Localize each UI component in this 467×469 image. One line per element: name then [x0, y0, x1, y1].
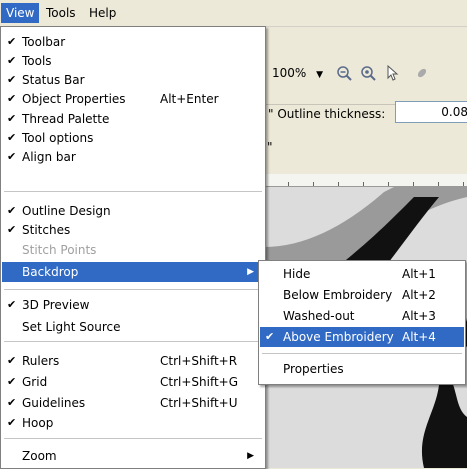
menu-separator — [4, 191, 262, 192]
check-icon: ✔ — [7, 35, 17, 48]
menu-item-label: Hide — [283, 267, 311, 281]
menu-item-3d-preview[interactable]: ✔ 3D Preview — [2, 295, 264, 315]
menu-item-below-embroidery[interactable]: Below Embroidery Alt+2 — [260, 285, 464, 305]
submenu-arrow-icon: ▶ — [247, 267, 254, 277]
check-icon: ✔ — [7, 92, 17, 105]
menu-item-hoop[interactable]: ✔ Hoop — [2, 413, 264, 433]
zoom-select[interactable]: 100% ▼ — [272, 62, 323, 84]
menu-item-label: Object Properties — [22, 92, 126, 106]
menu-tools[interactable]: Tools — [41, 3, 81, 23]
backdrop-submenu: Hide Alt+1 Below Embroidery Alt+2 Washed… — [258, 260, 466, 385]
menu-item-rulers[interactable]: ✔ Rulers Ctrl+Shift+R — [2, 351, 264, 371]
menu-item-zoom[interactable]: Zoom ▶ — [2, 446, 264, 466]
menu-item-label: Tools — [22, 54, 52, 68]
menu-item-label: 3D Preview — [22, 298, 90, 312]
menu-help[interactable]: Help — [84, 3, 121, 23]
menu-item-properties[interactable]: Properties — [260, 359, 464, 379]
dropdown-arrow-icon: ▼ — [316, 70, 324, 80]
menu-bar: View Tools Help — [0, 0, 467, 27]
menu-item-label: Above Embroidery — [283, 330, 394, 344]
menu-item-label: Align bar — [22, 150, 76, 164]
menu-item-label: Below Embroidery — [283, 288, 393, 302]
menu-item-tool-options[interactable]: ✔ Tool options — [2, 128, 264, 148]
menu-item-stitch-points: Stitch Points — [2, 240, 264, 260]
menu-item-label: Stitches — [22, 223, 71, 237]
menu-item-backdrop[interactable]: Backdrop ▶ — [2, 262, 264, 282]
menu-item-label: Rulers — [22, 354, 60, 368]
menu-item-tools[interactable]: ✔ Tools — [2, 51, 264, 71]
menu-item-outline-design[interactable]: ✔ Outline Design — [2, 201, 264, 221]
menu-view[interactable]: View — [1, 3, 40, 23]
zoom-value: 100% — [272, 66, 307, 80]
menu-item-label: Properties — [283, 362, 344, 376]
zoom-in-icon[interactable] — [357, 62, 379, 84]
menu-item-washed-out[interactable]: Washed-out Alt+3 — [260, 306, 464, 326]
menu-item-stitches[interactable]: ✔ Stitches — [2, 220, 264, 240]
menu-item-label: Backdrop — [22, 265, 79, 279]
check-icon: ✔ — [7, 112, 17, 125]
menu-item-shortcut: Ctrl+Shift+U — [160, 396, 238, 410]
menu-item-label: Toolbar — [22, 35, 66, 49]
check-icon: ✔ — [7, 416, 17, 429]
view-menu: ✔ Toolbar ✔ Tools ✔ Status Bar ✔ Object … — [0, 26, 266, 469]
menu-item-label: Thread Palette — [22, 112, 110, 126]
menu-item-guidelines[interactable]: ✔ Guidelines Ctrl+Shift+U — [2, 393, 264, 413]
check-icon: ✔ — [7, 298, 17, 311]
menu-item-label: Zoom — [22, 449, 57, 463]
menu-item-shortcut: Alt+3 — [402, 309, 436, 323]
outline-thickness-input[interactable]: 0.08 — [395, 101, 467, 123]
menu-item-thread-palette[interactable]: ✔ Thread Palette — [2, 109, 264, 129]
menu-item-label: Washed-out — [283, 309, 355, 323]
menu-separator — [4, 289, 262, 290]
menu-item-shortcut: Ctrl+Shift+R — [160, 354, 238, 368]
menu-item-shortcut: Alt+4 — [402, 330, 436, 344]
menu-item-toolbar[interactable]: ✔ Toolbar — [2, 32, 264, 52]
tool-icon[interactable] — [411, 62, 433, 84]
menu-item-shortcut: Alt+Enter — [160, 92, 219, 106]
check-icon: ✔ — [7, 375, 17, 388]
check-icon: ✔ — [7, 131, 17, 144]
menu-item-label: Set Light Source — [22, 320, 121, 334]
menu-item-hide[interactable]: Hide Alt+1 — [260, 264, 464, 284]
check-icon: ✔ — [7, 223, 17, 236]
menu-item-object-properties[interactable]: ✔ Object Properties Alt+Enter — [2, 89, 264, 109]
check-icon: ✔ — [7, 54, 17, 67]
menu-item-shortcut: Ctrl+Shift+G — [160, 375, 239, 389]
help-pointer-icon[interactable] — [383, 62, 405, 84]
menu-item-label: Status Bar — [22, 73, 85, 87]
check-icon: ✔ — [7, 354, 17, 367]
menu-separator — [4, 341, 262, 342]
zoom-out-icon[interactable] — [333, 62, 355, 84]
menu-item-above-embroidery[interactable]: ✔ Above Embroidery Alt+4 — [260, 327, 464, 347]
menu-item-grid[interactable]: ✔ Grid Ctrl+Shift+G — [2, 372, 264, 392]
menu-item-label: Grid — [22, 375, 48, 389]
check-icon: ✔ — [7, 150, 17, 163]
check-icon: ✔ — [7, 204, 17, 217]
check-icon: ✔ — [7, 73, 17, 86]
menu-item-label: Guidelines — [22, 396, 86, 410]
menu-item-label: Tool options — [22, 131, 94, 145]
menu-item-status-bar[interactable]: ✔ Status Bar — [2, 70, 264, 90]
check-icon: ✔ — [265, 330, 275, 343]
outline-thickness-label: " Outline thickness: — [268, 107, 386, 121]
menu-separator — [4, 438, 262, 439]
menu-item-shortcut: Alt+2 — [402, 288, 436, 302]
menu-item-label: Stitch Points — [22, 243, 97, 257]
submenu-arrow-icon: ▶ — [247, 451, 254, 461]
menu-item-label: Hoop — [22, 416, 54, 430]
menu-separator — [262, 353, 462, 354]
menu-item-shortcut: Alt+1 — [402, 267, 436, 281]
tool-options-marker: " — [267, 140, 273, 154]
menu-item-set-light-source[interactable]: Set Light Source — [2, 317, 264, 337]
menu-item-align-bar[interactable]: ✔ Align bar — [2, 147, 264, 167]
menu-item-label: Outline Design — [22, 204, 111, 218]
check-icon: ✔ — [7, 396, 17, 409]
